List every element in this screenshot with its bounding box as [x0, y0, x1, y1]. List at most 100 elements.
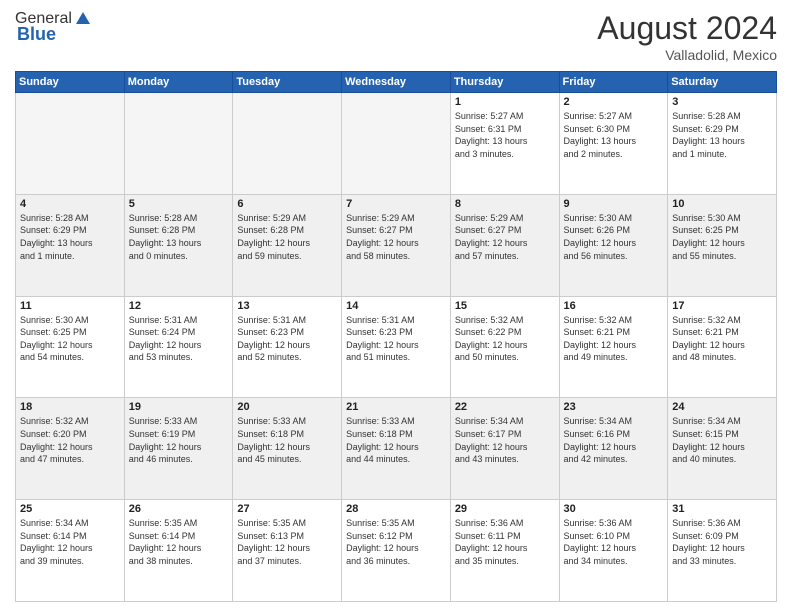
- day-info: Sunrise: 5:27 AMSunset: 6:31 PMDaylight:…: [455, 110, 555, 160]
- daylight-info: and 40 minutes.: [672, 453, 772, 466]
- day-number: 27: [237, 503, 337, 515]
- daylight-info: and 0 minutes.: [129, 250, 229, 263]
- calendar-week-4: 18Sunrise: 5:32 AMSunset: 6:20 PMDayligh…: [16, 398, 777, 500]
- day-info: Sunrise: 5:34 AMSunset: 6:14 PMDaylight:…: [20, 517, 120, 567]
- day-info: Sunrise: 5:33 AMSunset: 6:18 PMDaylight:…: [237, 415, 337, 465]
- sun-time: Sunrise: 5:35 AM: [346, 517, 446, 530]
- calendar-cell: 24Sunrise: 5:34 AMSunset: 6:15 PMDayligh…: [668, 398, 777, 500]
- calendar-cell: 7Sunrise: 5:29 AMSunset: 6:27 PMDaylight…: [342, 194, 451, 296]
- calendar-header-monday: Monday: [124, 72, 233, 93]
- calendar-cell: 31Sunrise: 5:36 AMSunset: 6:09 PMDayligh…: [668, 500, 777, 602]
- calendar-week-3: 11 Sunrise: 5:30 AMSunset: 6:25 PMDayligh…: [16, 296, 777, 398]
- daylight-info: Daylight: 12 hours: [672, 237, 772, 250]
- calendar-header-thursday: Thursday: [450, 72, 559, 93]
- day-info: Sunrise: 5:32 AMSunset: 6:21 PMDaylight:…: [672, 314, 772, 364]
- daylight-info: Daylight: 12 hours: [672, 441, 772, 454]
- daylight-info: and 1 minute.: [672, 148, 772, 161]
- day-info: Sunrise: 5:32 AMSunset: 6:20 PMDaylight:…: [20, 415, 120, 465]
- daylight-info: Daylight: 12 hours: [455, 441, 555, 454]
- calendar-cell: 26Sunrise: 5:35 AMSunset: 6:14 PMDayligh…: [124, 500, 233, 602]
- day-number: 10: [672, 198, 772, 210]
- daylight-info: and 37 minutes.: [237, 555, 337, 568]
- day-number: 12: [129, 300, 229, 312]
- calendar-cell: 17Sunrise: 5:32 AMSunset: 6:21 PMDayligh…: [668, 296, 777, 398]
- day-number: 24: [672, 401, 772, 413]
- sun-time: Sunset: 6:13 PM: [237, 530, 337, 543]
- day-number: 2: [564, 96, 664, 108]
- page: General Blue August 2024 Valladolid, Mex…: [0, 0, 792, 612]
- daylight-info: Daylight: 12 hours: [672, 542, 772, 555]
- day-number: 14: [346, 300, 446, 312]
- location: Valladolid, Mexico: [597, 47, 777, 63]
- day-info: Sunrise: 5:34 AMSunset: 6:17 PMDaylight:…: [455, 415, 555, 465]
- logo-blue-text: Blue: [17, 24, 56, 45]
- sun-time: Sunset: 6:22 PM: [455, 326, 555, 339]
- daylight-info: Daylight: 12 hours: [564, 339, 664, 352]
- sun-time: Sunrise: 5:34 AM: [455, 415, 555, 428]
- daylight-info: Daylight: 12 hours: [455, 339, 555, 352]
- calendar-cell: 27Sunrise: 5:35 AMSunset: 6:13 PMDayligh…: [233, 500, 342, 602]
- calendar-cell: 4Sunrise: 5:28 AMSunset: 6:29 PMDaylight…: [16, 194, 125, 296]
- daylight-info: and 59 minutes.: [237, 250, 337, 263]
- daylight-info: and 57 minutes.: [455, 250, 555, 263]
- daylight-info: Daylight: 12 hours: [20, 339, 120, 352]
- sun-time: Sunset: 6:14 PM: [20, 530, 120, 543]
- calendar-cell: 3Sunrise: 5:28 AMSunset: 6:29 PMDaylight…: [668, 93, 777, 195]
- sun-time: Sunrise: 5:30 AM: [672, 212, 772, 225]
- calendar-cell: 20Sunrise: 5:33 AMSunset: 6:18 PMDayligh…: [233, 398, 342, 500]
- daylight-info: Daylight: 12 hours: [237, 441, 337, 454]
- day-info: Sunrise: 5:30 AMSunset: 6:25 PMDaylight:…: [20, 314, 120, 364]
- day-number: 26: [129, 503, 229, 515]
- sun-time: Sunset: 6:12 PM: [346, 530, 446, 543]
- sun-time: Sunset: 6:16 PM: [564, 428, 664, 441]
- sun-time: Sunrise: 5:28 AM: [129, 212, 229, 225]
- calendar-cell: 8Sunrise: 5:29 AMSunset: 6:27 PMDaylight…: [450, 194, 559, 296]
- day-number: 11: [20, 300, 120, 312]
- daylight-info: Daylight: 12 hours: [346, 339, 446, 352]
- sun-time: Sunrise: 5:36 AM: [672, 517, 772, 530]
- calendar-week-5: 25Sunrise: 5:34 AMSunset: 6:14 PMDayligh…: [16, 500, 777, 602]
- day-info: Sunrise: 5:31 AMSunset: 6:23 PMDaylight:…: [237, 314, 337, 364]
- logo-icon: [74, 10, 92, 28]
- day-number: 28: [346, 503, 446, 515]
- day-info: Sunrise: 5:32 AMSunset: 6:21 PMDaylight:…: [564, 314, 664, 364]
- sun-time: Sunset: 6:27 PM: [346, 224, 446, 237]
- sun-time: Sunrise: 5:29 AM: [346, 212, 446, 225]
- daylight-info: and 33 minutes.: [672, 555, 772, 568]
- sun-time: Sunset: 6:19 PM: [129, 428, 229, 441]
- sun-time: Sunrise: 5:27 AM: [455, 110, 555, 123]
- sun-time: Sunset: 6:23 PM: [237, 326, 337, 339]
- sun-time: Sunset: 6:25 PM: [672, 224, 772, 237]
- daylight-info: Daylight: 12 hours: [672, 339, 772, 352]
- day-info: Sunrise: 5:36 AMSunset: 6:09 PMDaylight:…: [672, 517, 772, 567]
- daylight-info: Daylight: 12 hours: [346, 441, 446, 454]
- day-number: 21: [346, 401, 446, 413]
- sun-time: Sunset: 6:27 PM: [455, 224, 555, 237]
- daylight-info: and 48 minutes.: [672, 351, 772, 364]
- daylight-info: and 58 minutes.: [346, 250, 446, 263]
- day-info: Sunrise: 5:36 AMSunset: 6:11 PMDaylight:…: [455, 517, 555, 567]
- calendar-cell: 13 Sunrise: 5:31 AMSunset: 6:23 PMDayligh…: [233, 296, 342, 398]
- daylight-info: and 36 minutes.: [346, 555, 446, 568]
- day-info: Sunrise: 5:30 AMSunset: 6:25 PMDaylight:…: [672, 212, 772, 262]
- daylight-info: and 42 minutes.: [564, 453, 664, 466]
- daylight-info: and 49 minutes.: [564, 351, 664, 364]
- calendar-header-sunday: Sunday: [16, 72, 125, 93]
- daylight-info: and 43 minutes.: [455, 453, 555, 466]
- daylight-info: Daylight: 13 hours: [20, 237, 120, 250]
- sun-time: Sunrise: 5:31 AM: [237, 314, 337, 327]
- sun-time: Sunset: 6:24 PM: [129, 326, 229, 339]
- calendar-header-friday: Friday: [559, 72, 668, 93]
- day-number: 13: [237, 300, 337, 312]
- day-info: Sunrise: 5:31 AMSunset: 6:23 PMDaylight:…: [346, 314, 446, 364]
- calendar: SundayMondayTuesdayWednesdayThursdayFrid…: [15, 71, 777, 602]
- daylight-info: Daylight: 12 hours: [129, 441, 229, 454]
- sun-time: Sunrise: 5:34 AM: [672, 415, 772, 428]
- calendar-cell: 2Sunrise: 5:27 AMSunset: 6:30 PMDaylight…: [559, 93, 668, 195]
- calendar-cell: 22Sunrise: 5:34 AMSunset: 6:17 PMDayligh…: [450, 398, 559, 500]
- daylight-info: and 54 minutes.: [20, 351, 120, 364]
- day-info: Sunrise: 5:29 AMSunset: 6:27 PMDaylight:…: [346, 212, 446, 262]
- day-number: 5: [129, 198, 229, 210]
- day-info: Sunrise: 5:29 AMSunset: 6:28 PMDaylight:…: [237, 212, 337, 262]
- daylight-info: and 44 minutes.: [346, 453, 446, 466]
